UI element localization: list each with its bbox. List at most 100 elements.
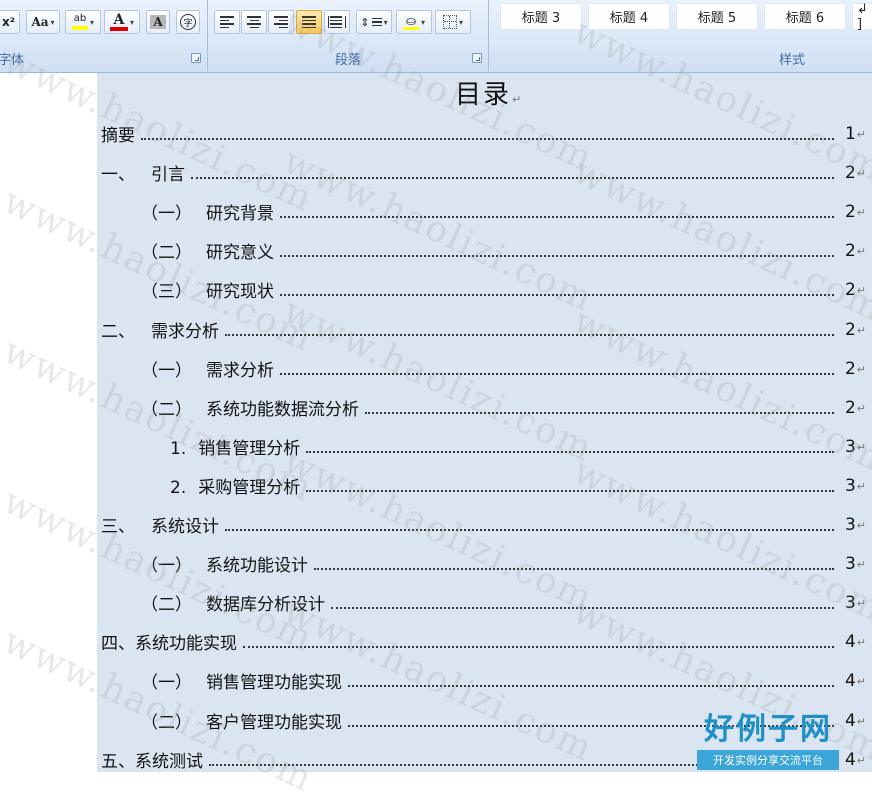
toc-entry-text: 需求分析 <box>206 360 274 381</box>
toc-entry[interactable]: 二、 需求分析 2↵ <box>101 316 866 342</box>
toc-entry-text: 系统功能实现 <box>135 634 237 655</box>
logo-main-text: 好例子网 <box>704 712 832 747</box>
toc-page-number: 2 <box>844 202 856 223</box>
align-left-button[interactable] <box>214 10 240 34</box>
style-heading-6[interactable]: 标题 6 <box>764 3 846 30</box>
toc-entry[interactable]: （一） 需求分析 2↵ <box>141 355 866 381</box>
chevron-down-icon: ▾ <box>420 17 425 27</box>
shading-button[interactable]: ⛀ ▾ <box>396 10 432 34</box>
font-color-button[interactable]: A ▾ <box>104 10 140 34</box>
justify-button[interactable] <box>296 10 322 34</box>
align-center-icon <box>247 16 261 28</box>
toc-dot-leader <box>243 646 834 649</box>
toc-entry-text: 数据库分析设计 <box>206 595 325 616</box>
toc-dot-leader <box>306 450 834 453</box>
toc-page-number: 2 <box>844 163 856 184</box>
toc-dot-leader <box>280 294 834 297</box>
toc-dot-leader <box>280 216 834 219</box>
highlight-color-button[interactable]: ab ▾ <box>65 10 101 34</box>
toc-dot-leader <box>348 685 834 688</box>
toc-dot-leader <box>365 411 834 414</box>
toc-entry[interactable]: （二） 研究意义 2↵ <box>141 237 866 264</box>
logo-sub-text: 开发实例分享交流平台 <box>697 750 839 770</box>
paragraph-mark: ↵ <box>856 245 866 259</box>
toc-entry[interactable]: 一、 引言 2↵ <box>101 159 866 186</box>
justify-icon <box>302 16 316 28</box>
paragraph-mark: ↵ <box>856 167 866 181</box>
toc-entry-page: 1↵ <box>845 124 866 144</box>
distributed-button[interactable] <box>324 10 350 34</box>
paragraph-mark: ↵ <box>856 753 866 767</box>
toc-entry-page: 2↵ <box>845 359 866 379</box>
paragraph-mark: ↵ <box>856 284 866 298</box>
toc-entry-number: （二） <box>141 243 192 264</box>
toc-entry-page: 2↵ <box>845 280 866 300</box>
toc-entry[interactable]: （二） 数据库分析设计 3↵ <box>141 589 866 616</box>
align-left-icon <box>220 16 234 28</box>
toc-entry[interactable]: （一） 销售管理功能实现 4↵ <box>141 667 866 694</box>
toc-entry-number: 五、 <box>101 751 135 772</box>
toc-page-number: 2 <box>844 397 856 418</box>
toc-entry[interactable]: （三） 研究现状 2↵ <box>141 276 866 302</box>
borders-icon <box>442 15 457 29</box>
toc-entry[interactable]: （一） 系统功能设计 3↵ <box>141 550 866 577</box>
enclose-characters-button[interactable]: 字 <box>176 10 200 34</box>
paragraph-mark: ↵ <box>856 597 866 611</box>
toc-dot-leader <box>141 138 834 140</box>
toc-entry[interactable]: 2. 采购管理分析 3↵ <box>170 472 866 498</box>
toc-entry-page: 4↵ <box>845 750 866 770</box>
toc-entry-number: 一、 <box>101 165 135 186</box>
paragraph-mark: ↵ <box>856 128 866 141</box>
toc-entry-number: 二、 <box>101 321 135 342</box>
chevron-down-icon: ▾ <box>89 17 94 27</box>
toc-entry[interactable]: （二） 系统功能数据流分析 2↵ <box>141 394 866 420</box>
line-spacing-button[interactable]: ⇕ ▾ <box>356 10 392 34</box>
toc-page-number: 2 <box>844 358 856 379</box>
toc-entry-text: 摘要 <box>101 126 135 146</box>
toc-entry-page: 4↵ <box>845 632 866 652</box>
character-shading-button[interactable]: A <box>146 10 170 34</box>
watermark-logo: 好例子网 开发实例分享交流平台 <box>697 704 839 770</box>
toc-entry-page: 2↵ <box>845 202 866 222</box>
paragraph-mark: ↵ <box>856 675 866 689</box>
paragraph-dialog-launcher-icon[interactable] <box>472 53 482 63</box>
change-case-button[interactable]: Aa ▾ <box>26 10 60 34</box>
align-center-button[interactable] <box>241 10 267 34</box>
toc-page-number: 4 <box>844 671 856 692</box>
style-more[interactable]: ↲ ] <box>852 2 872 32</box>
toc-entry-number: （一） <box>141 360 192 381</box>
toc-dot-leader <box>191 177 834 180</box>
toc-title: 目录↵ <box>455 80 524 110</box>
font-group-label: 字体 <box>0 53 25 68</box>
align-right-icon <box>274 16 288 28</box>
style-heading-3[interactable]: 标题 3 <box>500 3 582 30</box>
align-right-button[interactable] <box>268 10 294 34</box>
toc-page-number: 3 <box>844 554 856 575</box>
toc-entry[interactable]: （一） 研究背景 2↵ <box>141 198 866 224</box>
toc-entry-page: 2↵ <box>845 320 866 340</box>
paragraph-mark: ↵ <box>856 558 866 572</box>
toc-page-number: 4 <box>844 710 856 731</box>
borders-button[interactable]: ▾ <box>435 10 471 34</box>
superscript-button[interactable]: x² <box>0 10 20 34</box>
toc-entry[interactable]: 三、 系统设计 3↵ <box>101 511 866 537</box>
toc-entry[interactable]: 四、 系统功能实现 4↵ <box>101 628 866 655</box>
toc-entry-number: 2. <box>170 477 187 498</box>
font-dialog-launcher-icon[interactable] <box>191 53 201 63</box>
toc-dot-leader <box>225 333 834 336</box>
toc-page-number: 2 <box>844 280 856 301</box>
toc-entry[interactable]: 1. 销售管理分析 3↵ <box>170 433 866 459</box>
toc-entry-number: 三、 <box>101 517 135 537</box>
toc-entry-page: 2↵ <box>845 163 866 183</box>
style-heading-5[interactable]: 标题 5 <box>676 3 758 30</box>
style-heading-4[interactable]: 标题 4 <box>588 3 670 30</box>
toc-entry-text: 销售管理功能实现 <box>206 673 342 694</box>
font-color-icon: A <box>109 13 128 31</box>
paragraph-group-label: 段落 <box>334 53 361 68</box>
paragraph-mark: ↵ <box>856 519 866 532</box>
toc-entry-text: 销售管理分析 <box>198 438 301 459</box>
paragraph-mark: ↵ <box>512 93 524 106</box>
toc-dot-leader <box>280 255 834 258</box>
toc-entry[interactable]: 摘要 1↵ <box>101 120 866 146</box>
toc-entry-text: 系统功能设计 <box>206 556 308 577</box>
